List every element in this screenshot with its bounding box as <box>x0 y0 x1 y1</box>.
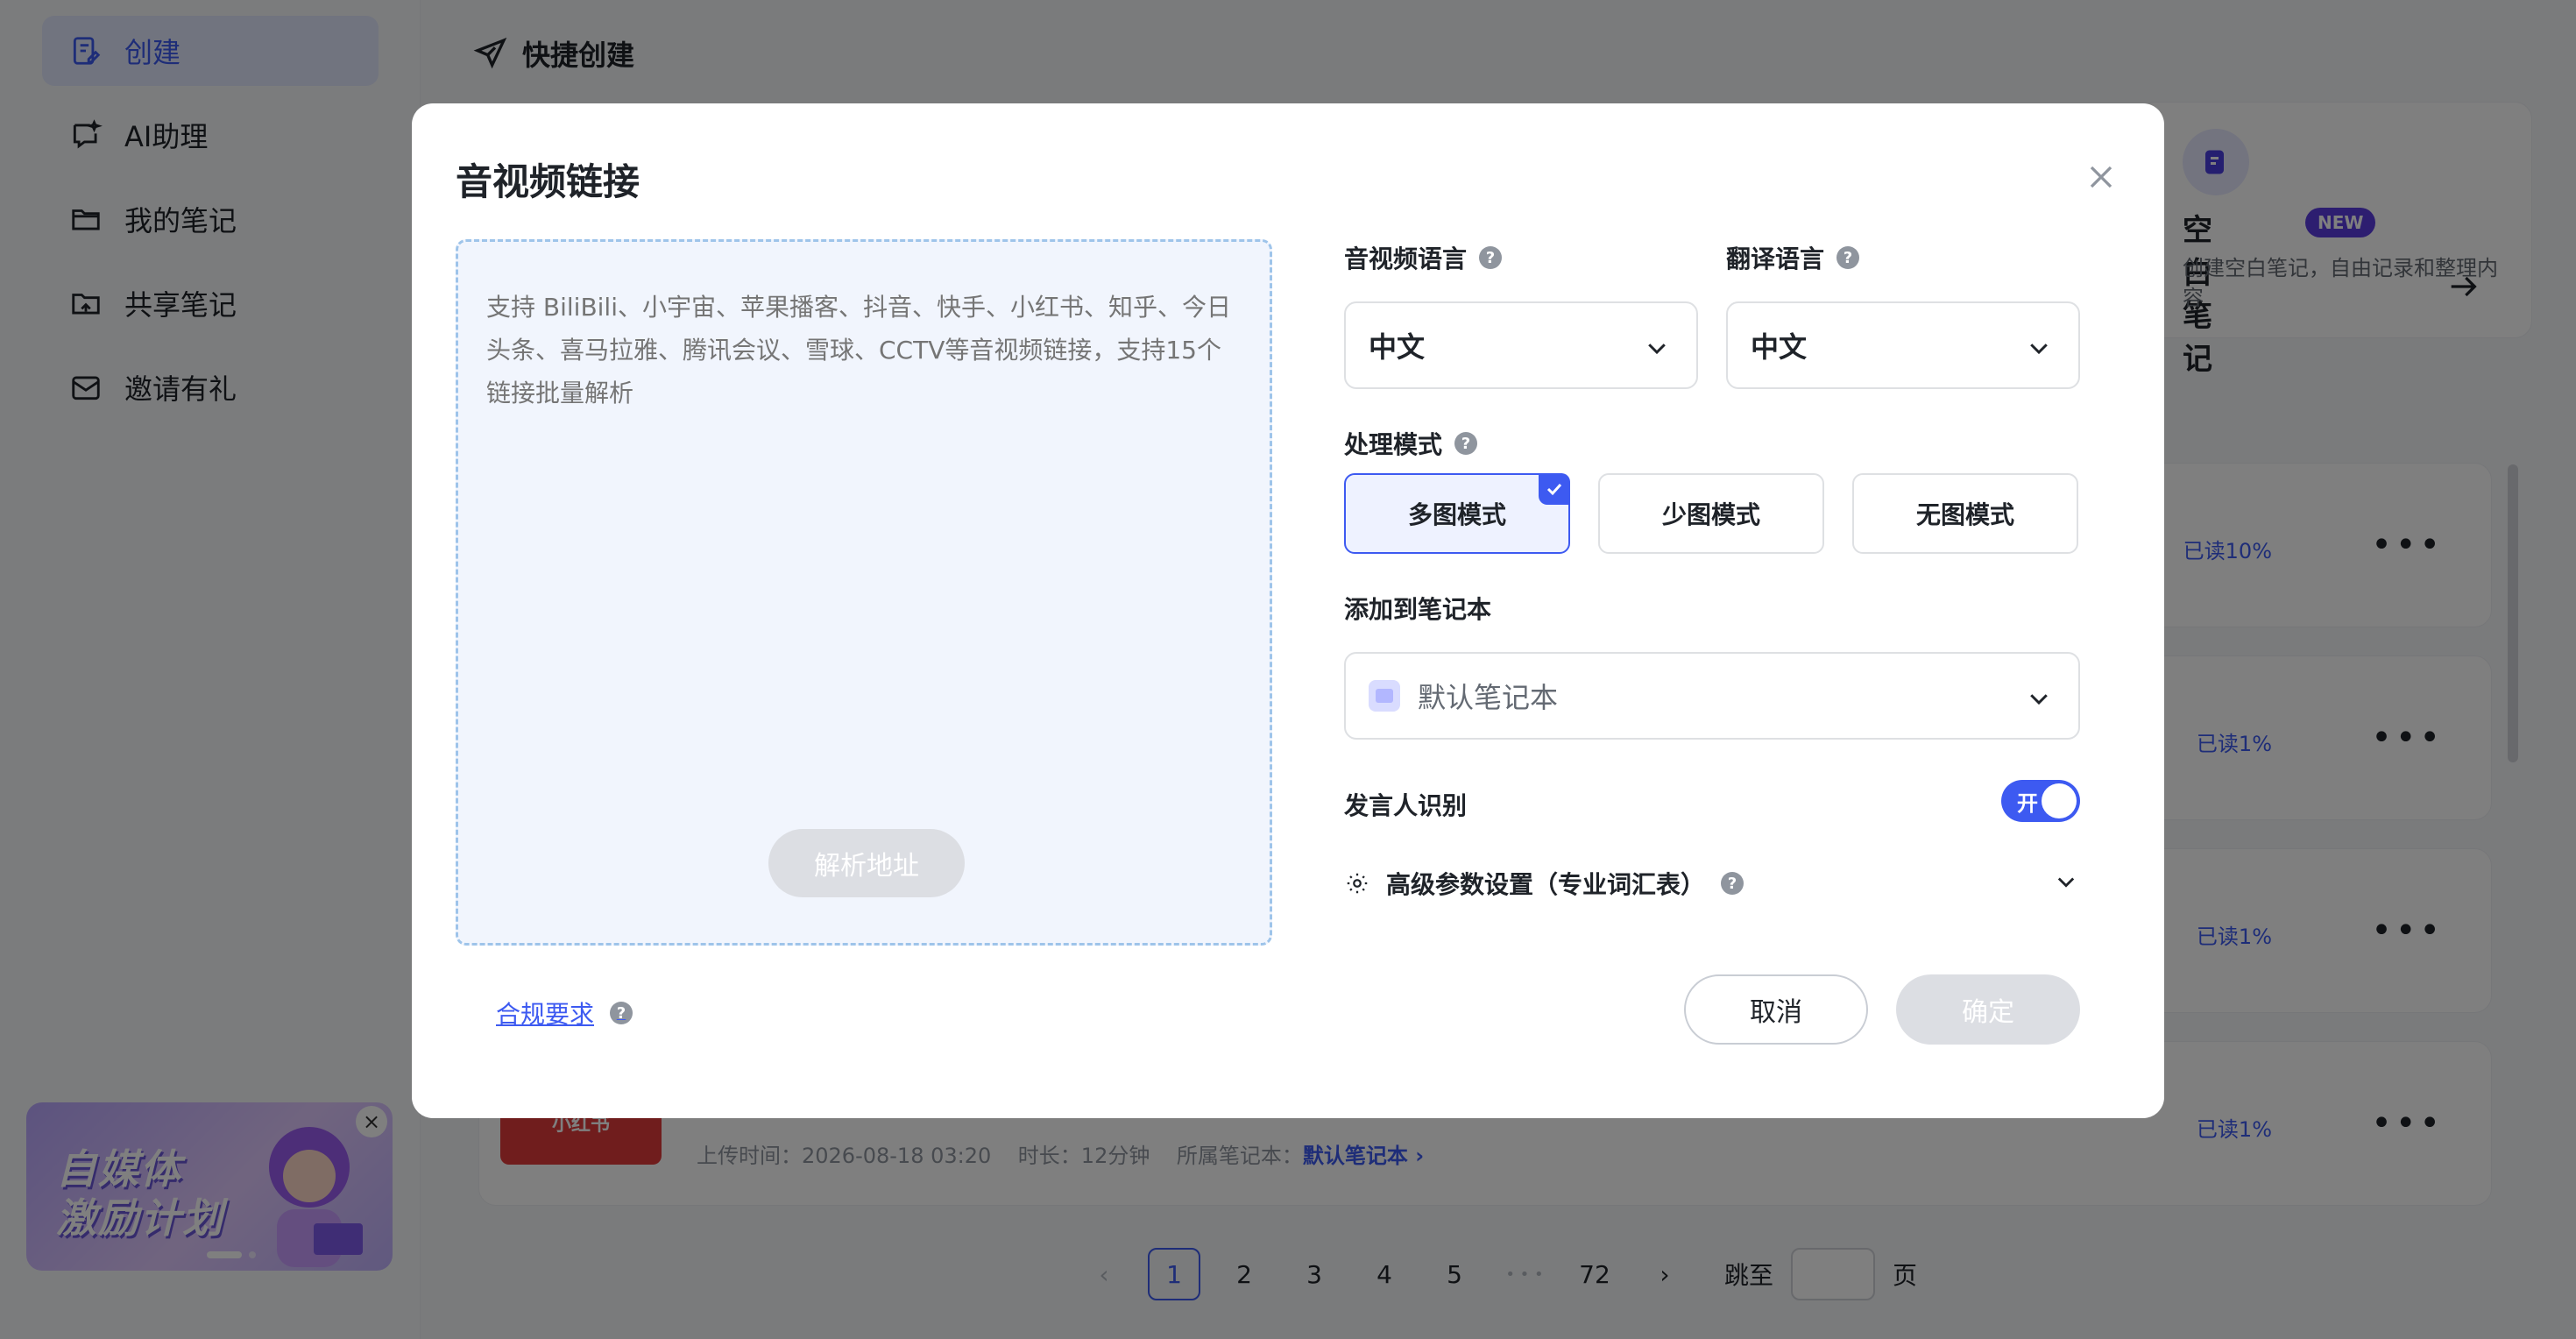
speaker-recognition-label: 发言人识别 <box>1344 787 1467 822</box>
toggle-on-text: 开 <box>2017 790 2038 816</box>
chevron-down-icon <box>2030 694 2048 705</box>
notebook-label-text: 添加到笔记本 <box>1344 595 1492 624</box>
compliance-link[interactable]: 合规要求 ? <box>496 995 633 1031</box>
notebook-label: 添加到笔记本 <box>1344 591 1491 626</box>
mode-label-none: 无图模式 <box>1915 500 2014 529</box>
advanced-settings-text: 高级参数设置（专业词汇表） <box>1386 870 1706 899</box>
mode-label: 处理模式 ? <box>1344 426 1478 461</box>
chevron-down-icon[interactable] <box>2054 869 2078 894</box>
dialog-title: 音视频链接 <box>456 160 640 203</box>
link-textarea[interactable] <box>486 286 1240 414</box>
mode-no-image-button[interactable]: 无图模式 <box>1852 473 2078 554</box>
audio-language-select[interactable]: 中文 <box>1344 301 1698 389</box>
cancel-button[interactable]: 取消 <box>1684 974 1868 1045</box>
notebook-select[interactable]: 默认笔记本 <box>1344 652 2080 740</box>
help-icon[interactable]: ? <box>1836 246 1860 269</box>
confirm-button[interactable]: 确定 <box>1896 974 2080 1045</box>
help-icon[interactable]: ? <box>1721 872 1744 895</box>
compliance-text[interactable]: 合规要求 <box>496 995 594 1031</box>
help-icon[interactable]: ? <box>1454 432 1478 455</box>
mode-label-few: 少图模式 <box>1661 500 1760 529</box>
notebook-value: 默认笔记本 <box>1418 681 1559 714</box>
chevron-down-icon <box>2030 344 2048 355</box>
mode-label-text: 处理模式 <box>1344 430 1443 459</box>
mode-multi-image-button[interactable]: 多图模式 <box>1344 473 1570 554</box>
translate-language-value: 中文 <box>1751 330 1808 364</box>
link-input-area[interactable]: 解析地址 <box>456 239 1272 946</box>
close-icon[interactable] <box>2082 158 2120 196</box>
speaker-recognition-label-text: 发言人识别 <box>1344 791 1468 820</box>
media-link-dialog: 音视频链接 解析地址 合规要求 ? 音视频语言 ? 翻译语言 ? 中文 中文 处… <box>412 103 2164 1118</box>
mode-label-multi: 多图模式 <box>1407 500 1506 529</box>
audio-language-value: 中文 <box>1369 330 1426 364</box>
advanced-settings[interactable]: 高级参数设置（专业词汇表） ? <box>1344 866 1744 901</box>
notebook-icon <box>1369 680 1400 712</box>
speaker-recognition-toggle[interactable]: 开 <box>2001 780 2080 822</box>
audio-language-label-text: 音视频语言 <box>1344 244 1468 273</box>
check-icon <box>1539 473 1570 505</box>
help-icon[interactable]: ? <box>610 1002 633 1024</box>
parse-address-button[interactable]: 解析地址 <box>768 829 965 897</box>
help-icon[interactable]: ? <box>1479 246 1503 269</box>
gear-icon <box>1347 873 1368 894</box>
translate-language-select[interactable]: 中文 <box>1726 301 2080 389</box>
translate-language-label-text: 翻译语言 <box>1726 244 1825 273</box>
chevron-down-icon <box>1648 344 1666 355</box>
audio-language-label: 音视频语言 ? <box>1344 240 1503 275</box>
translate-language-label: 翻译语言 ? <box>1726 240 1860 275</box>
toggle-knob <box>2042 783 2077 818</box>
mode-few-image-button[interactable]: 少图模式 <box>1598 473 1824 554</box>
